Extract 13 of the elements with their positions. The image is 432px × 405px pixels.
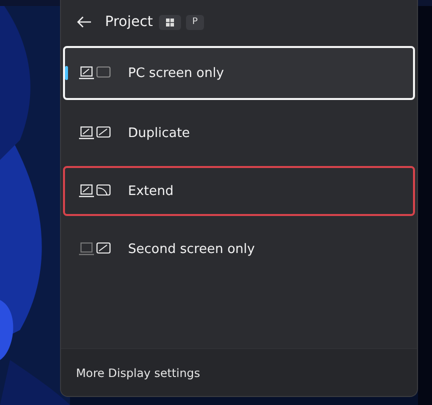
- panel-title: Project: [105, 14, 153, 30]
- more-display-settings-link[interactable]: More Display settings: [76, 366, 200, 380]
- display-option[interactable]: Duplicate: [63, 108, 415, 158]
- display-option[interactable]: Second screen only: [63, 224, 415, 274]
- display-option[interactable]: Extend: [63, 166, 415, 216]
- keyboard-key: P: [186, 14, 204, 30]
- selection-indicator: [65, 66, 68, 80]
- display-option[interactable]: PC screen only: [63, 46, 415, 100]
- monitors-icon: [79, 182, 113, 200]
- monitors-icon: [79, 124, 113, 142]
- monitors-icon: [79, 64, 113, 82]
- windows-key-icon: [158, 14, 181, 30]
- monitors-icon: [79, 240, 113, 258]
